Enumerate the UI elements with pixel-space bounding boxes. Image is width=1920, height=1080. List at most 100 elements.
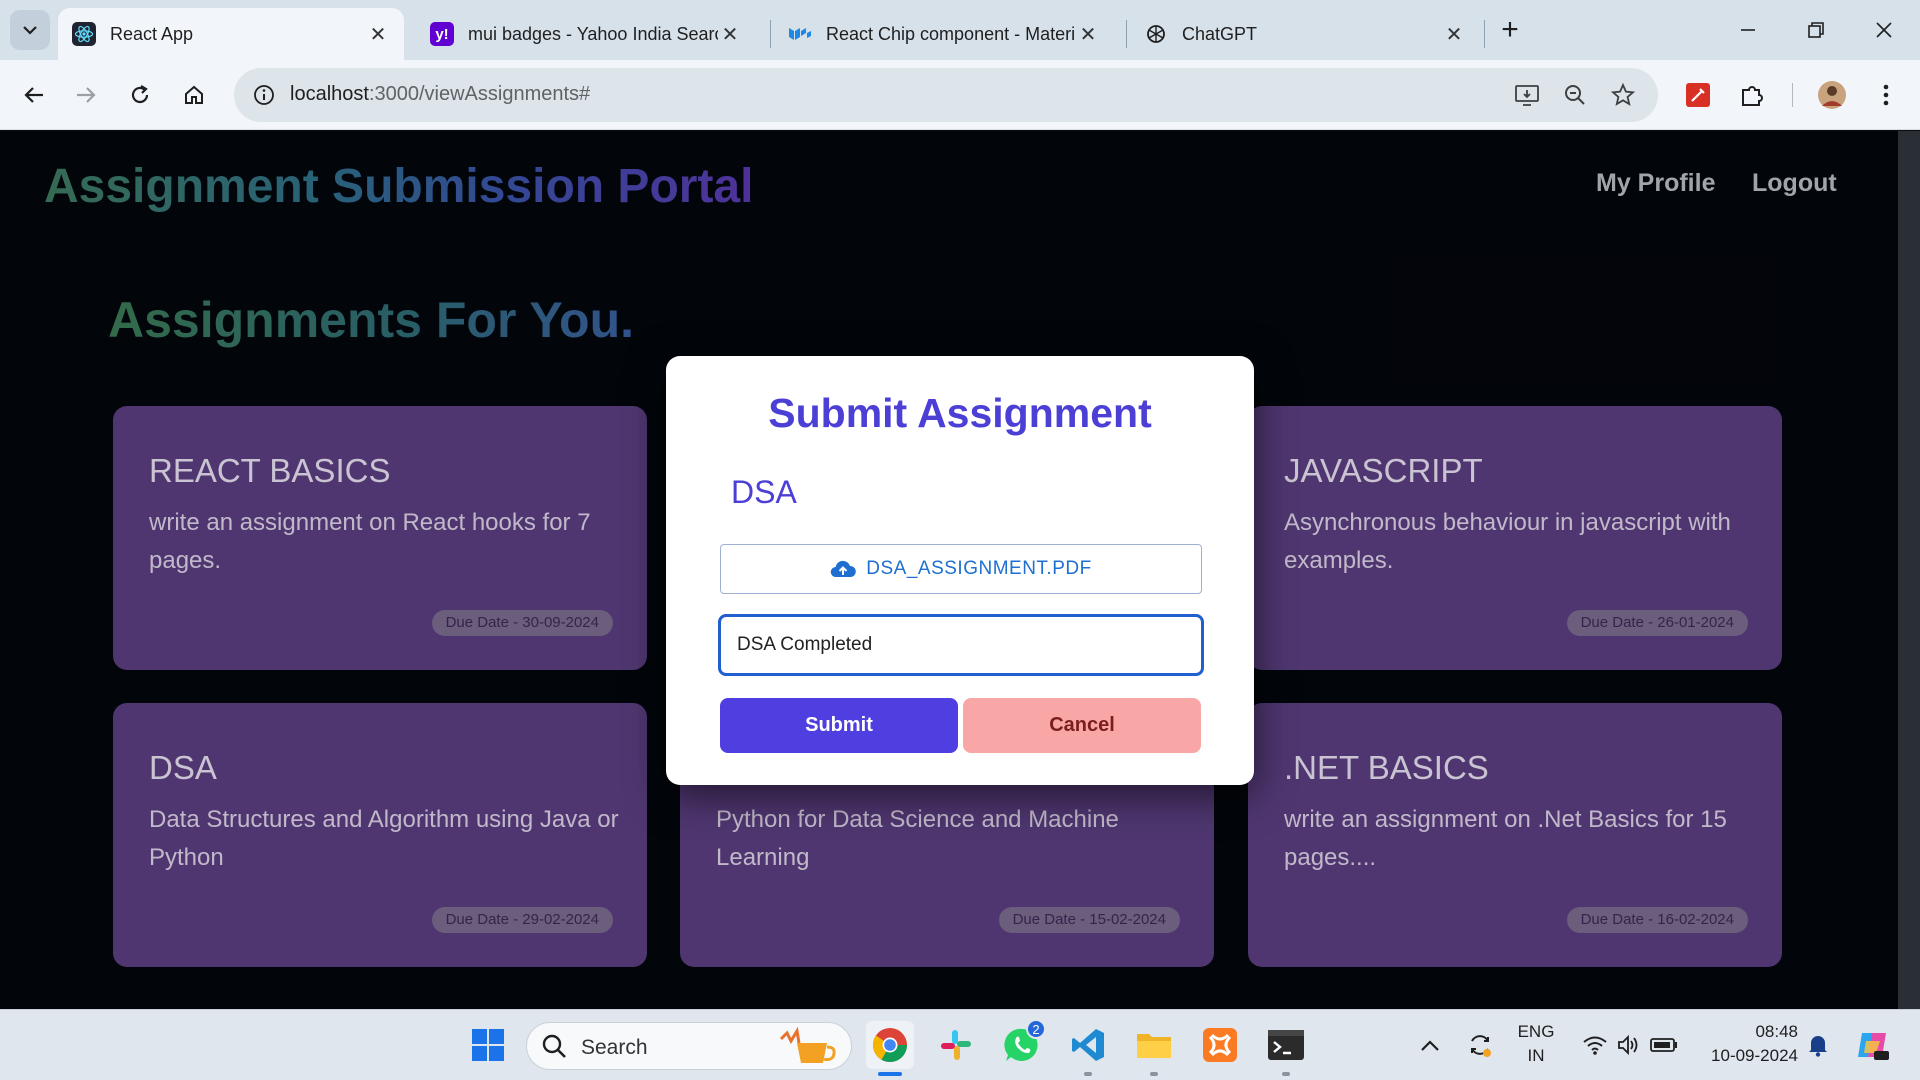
language-indicator[interactable]: ENG IN: [1512, 1022, 1560, 1066]
reload-icon: [131, 85, 149, 104]
url-path: :3000/viewAssignments#: [368, 83, 591, 105]
browser-toolbar: localhost:3000/viewAssignments#: [0, 60, 1920, 130]
arrow-left-icon: [24, 87, 43, 103]
tab-separator: [770, 20, 771, 48]
windows-logo-icon: [472, 1029, 504, 1061]
chrome-taskbar-icon[interactable]: [866, 1021, 914, 1069]
slack-taskbar-icon[interactable]: [932, 1021, 980, 1069]
close-icon[interactable]: ✕: [1076, 22, 1100, 46]
tab-search-button[interactable]: [10, 10, 50, 50]
submit-button[interactable]: Submit: [720, 698, 958, 753]
battery-icon: [1650, 1038, 1677, 1052]
slack-icon: [941, 1030, 971, 1060]
chrome-icon: [873, 1028, 907, 1062]
xampp-icon: [1203, 1028, 1237, 1062]
openai-icon: [1144, 22, 1168, 46]
minimize-button[interactable]: [1726, 10, 1770, 50]
address-bar[interactable]: localhost:3000/viewAssignments#: [234, 68, 1658, 122]
modal-subject: DSA: [731, 474, 797, 510]
tab-react-app[interactable]: React App ✕: [58, 8, 404, 60]
search-icon: [542, 1034, 566, 1058]
sync-icon: [1471, 1035, 1491, 1057]
terminal-icon: [1268, 1030, 1304, 1060]
extension-red-icon[interactable]: [1678, 75, 1718, 115]
file-explorer-taskbar-icon[interactable]: [1130, 1021, 1178, 1069]
language-code: ENG: [1517, 1022, 1555, 1041]
site-info-icon[interactable]: [246, 77, 282, 113]
tea-cup-icon: [779, 1027, 836, 1063]
home-icon: [185, 85, 203, 104]
submit-assignment-modal: Submit Assignment DSA DSA_ASSIGNMENT.PDF…: [666, 356, 1254, 785]
start-button[interactable]: [464, 1021, 512, 1069]
tab-chatgpt[interactable]: ChatGPT ✕: [1130, 8, 1480, 60]
bell-icon: [1809, 1036, 1827, 1057]
home-button[interactable]: [174, 75, 214, 115]
chevron-up-icon: [1421, 1040, 1439, 1051]
react-icon: [72, 22, 96, 46]
remark-input[interactable]: [718, 614, 1204, 676]
tab-title: React App: [110, 23, 194, 44]
reload-button[interactable]: [120, 75, 160, 115]
file-name: DSA_ASSIGNMENT.PDF: [866, 558, 1092, 579]
clock[interactable]: 08:48 10-09-2024: [1694, 1022, 1798, 1066]
clock-time: 08:48: [1755, 1022, 1798, 1041]
tab-separator: [1484, 20, 1485, 48]
windows-taskbar: Search 2 ENG IN 08:48 10-09-2024: [0, 1009, 1920, 1080]
chevron-down-icon: [23, 26, 37, 35]
forward-button[interactable]: [66, 75, 106, 115]
install-app-icon[interactable]: [1512, 80, 1542, 110]
taskbar-search[interactable]: Search: [526, 1022, 852, 1070]
back-button[interactable]: [14, 75, 54, 115]
restore-icon: [1808, 22, 1824, 38]
restore-button[interactable]: [1794, 10, 1838, 50]
yahoo-icon: y!: [430, 22, 454, 46]
close-icon[interactable]: ✕: [718, 22, 742, 46]
show-hidden-icons-button[interactable]: [1406, 1021, 1454, 1069]
modal-title: Submit Assignment: [768, 390, 1152, 436]
close-window-button[interactable]: [1862, 10, 1906, 50]
copilot-icon: [1858, 1033, 1889, 1060]
close-icon: [1876, 22, 1892, 38]
bookmark-star-icon[interactable]: [1608, 80, 1638, 110]
page-content: Assignment Submission Portal My Profile …: [0, 131, 1898, 1009]
cancel-button[interactable]: Cancel: [963, 698, 1201, 753]
close-icon[interactable]: ✕: [1442, 22, 1466, 46]
notifications-button[interactable]: [1800, 1021, 1836, 1069]
menu-kebab-icon[interactable]: [1866, 75, 1906, 115]
url-text[interactable]: localhost:3000/viewAssignments#: [290, 83, 590, 106]
xampp-taskbar-icon[interactable]: [1196, 1021, 1244, 1069]
mui-icon: [788, 22, 812, 46]
running-app-indicator: [1282, 1072, 1290, 1076]
tab-title: mui badges - Yahoo India Searc: [468, 23, 718, 44]
extensions-puzzle-icon[interactable]: [1732, 75, 1772, 115]
profile-avatar[interactable]: [1812, 75, 1852, 115]
tab-title: React Chip component - Materi: [826, 23, 1076, 44]
quick-settings-button[interactable]: [1570, 1021, 1690, 1069]
terminal-taskbar-icon[interactable]: [1262, 1021, 1310, 1069]
minimize-icon: [1741, 29, 1755, 31]
browser-tab-strip: React App ✕ y! mui badges - Yahoo India …: [0, 0, 1920, 60]
file-upload-button[interactable]: DSA_ASSIGNMENT.PDF: [720, 544, 1202, 594]
vscode-icon: [1072, 1029, 1104, 1061]
close-icon[interactable]: ✕: [366, 22, 390, 46]
wifi-icon: [1583, 1036, 1607, 1055]
tab-mui-chip[interactable]: React Chip component - Materi ✕: [774, 8, 1114, 60]
new-tab-button[interactable]: +: [1494, 13, 1526, 46]
arrow-right-icon: [77, 87, 96, 103]
running-app-indicator: [1150, 1072, 1158, 1076]
tab-separator: [1126, 20, 1127, 48]
zoom-icon[interactable]: [1560, 80, 1590, 110]
sync-tray-icon[interactable]: [1456, 1021, 1504, 1069]
clock-date: 10-09-2024: [1711, 1046, 1798, 1065]
vscode-taskbar-icon[interactable]: [1064, 1021, 1112, 1069]
page-scrollbar[interactable]: [1898, 131, 1920, 1009]
active-app-indicator: [878, 1072, 902, 1076]
copilot-button[interactable]: [1848, 1021, 1896, 1069]
notification-badge: 2: [1026, 1019, 1046, 1039]
speaker-icon: [1618, 1034, 1638, 1056]
toolbar-divider: [1792, 83, 1793, 107]
search-label: Search: [581, 1036, 648, 1059]
tab-yahoo-search[interactable]: y! mui badges - Yahoo India Searc ✕: [416, 8, 756, 60]
whatsapp-taskbar-icon[interactable]: 2: [998, 1019, 1046, 1069]
language-region: IN: [1527, 1046, 1545, 1065]
